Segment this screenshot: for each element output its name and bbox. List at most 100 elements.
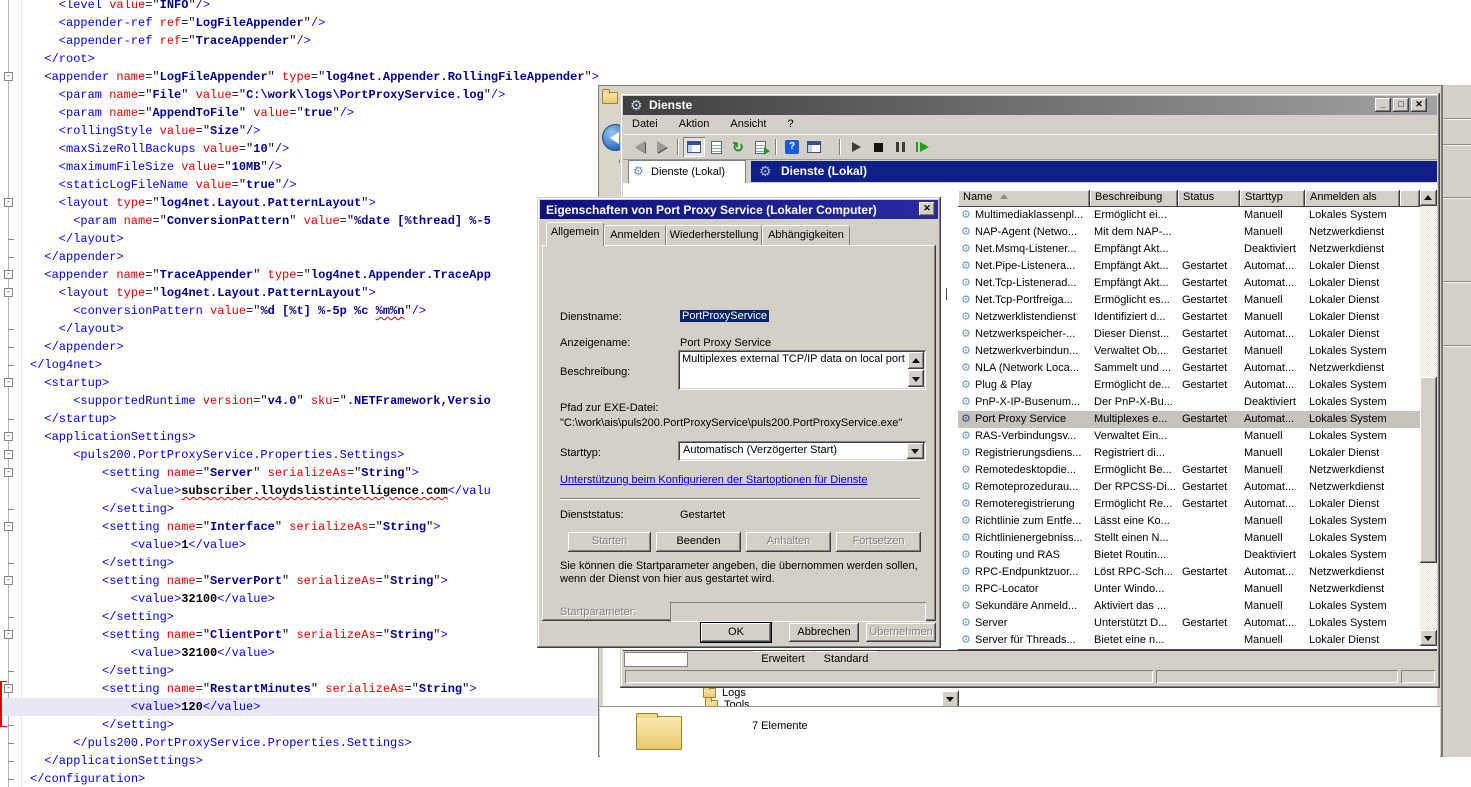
cancel-button[interactable]: Abbrechen	[789, 623, 859, 642]
show-action-pane-icon[interactable]	[803, 137, 825, 157]
fortsetzen-button[interactable]: Fortsetzen	[836, 532, 921, 552]
fold-collapse-icon[interactable]: -	[4, 288, 13, 297]
fold-collapse-icon[interactable]: -	[4, 432, 13, 441]
startoptions-help-link[interactable]: Unterstützung beim Konfigurieren der Sta…	[560, 474, 868, 486]
service-cell: Remoteprozedurau...	[975, 481, 1088, 493]
fold-collapse-icon[interactable]: -	[4, 522, 13, 531]
fold-collapse-icon[interactable]: -	[4, 198, 13, 207]
service-row[interactable]: ⚙ServerUnterstützt D...GestartetAutomat.…	[958, 615, 1420, 632]
service-cell: Lokaler Dienst	[1309, 277, 1419, 289]
beschreibung-field[interactable]: Multiplexes external TCP/IP data on loca…	[678, 350, 926, 390]
apply-button[interactable]: Übernehmen	[866, 623, 936, 642]
service-row[interactable]: ⚙PnP-X-IP-Busenum...Der PnP-X-Bu...Deakt…	[958, 394, 1420, 411]
console-tree-root-tab[interactable]: ⚙ Dienste (Lokal)	[628, 160, 746, 183]
service-row[interactable]: ⚙Server für Threads...Bietet eine n...Ma…	[958, 632, 1420, 649]
service-row[interactable]: ⚙RPC-Endpunktzuor...Löst RPC-Sch...Gesta…	[958, 564, 1420, 581]
tab-allgemein[interactable]: Allgemein	[546, 222, 604, 246]
show-console-tree-icon[interactable]	[683, 137, 705, 157]
close-button[interactable]: ✕	[1411, 98, 1427, 112]
service-row[interactable]: ⚙Registrierungsdiens...Registriert di...…	[958, 445, 1420, 462]
maximize-button[interactable]: □	[1393, 98, 1409, 112]
help-icon[interactable]: ?	[781, 137, 803, 157]
start-service-icon[interactable]	[845, 137, 867, 157]
fold-collapse-icon[interactable]: -	[4, 468, 13, 477]
anhalten-button[interactable]: Anhalten	[746, 532, 831, 552]
menu-datei[interactable]: Datei	[623, 115, 667, 130]
service-row[interactable]: ⚙Richtlinienergebniss...Stellt einen N..…	[958, 530, 1420, 547]
scroll-up-button[interactable]	[1420, 190, 1437, 206]
service-cell: Mit dem NAP-...	[1094, 226, 1178, 238]
tab-erweitert[interactable]: Erweitert	[753, 651, 813, 667]
startparameter-field[interactable]	[670, 602, 926, 622]
dialog-titlebar[interactable]: Eigenschaften von Port Proxy Service (Lo…	[540, 200, 938, 219]
service-row[interactable]: ⚙Net.Tcp-Listenerad...Empfängt Akt...Ges…	[958, 275, 1420, 292]
fold-collapse-icon[interactable]: -	[4, 630, 13, 639]
service-row[interactable]: ⚙Routing und RASBietet Routin...Deaktivi…	[958, 547, 1420, 564]
stop-service-icon[interactable]	[867, 137, 889, 157]
combobox-dropdown-button[interactable]	[907, 443, 924, 459]
ok-button[interactable]: OK	[701, 623, 771, 642]
column-header-status[interactable]: Status	[1178, 190, 1240, 207]
service-row[interactable]: ⚙Remotedesktopdie...Ermöglicht Be...Gest…	[958, 462, 1420, 479]
scroll-down-button[interactable]	[908, 370, 924, 387]
column-header-name[interactable]: Name	[958, 190, 1090, 207]
column-header-starttyp[interactable]: Starttyp	[1240, 190, 1305, 207]
beenden-button[interactable]: Beenden	[656, 532, 741, 552]
service-row[interactable]: ⚙NLA (Network Loca...Sammelt und ...Gest…	[958, 360, 1420, 377]
scrollbar-thumb[interactable]	[1420, 377, 1437, 563]
service-cell: Gestartet	[1182, 413, 1240, 425]
service-cell: Lokaler Dienst	[1309, 294, 1419, 306]
toolbar-separator	[839, 139, 841, 155]
service-row[interactable]: ⚙NetzwerklistendienstIdentifiziert d...G…	[958, 309, 1420, 326]
service-gear-icon: ⚙	[961, 582, 971, 595]
column-header-anmelden-als[interactable]: Anmelden als	[1305, 190, 1400, 207]
back-icon[interactable]	[629, 137, 651, 157]
service-row[interactable]: ⚙Port Proxy ServiceMultiplexes e...Gesta…	[958, 411, 1420, 428]
dialog-close-icon[interactable]: ✕	[919, 202, 935, 216]
service-row[interactable]: ⚙RemoteregistrierungErmöglicht Re...Gest…	[958, 496, 1420, 513]
menu-ansicht[interactable]: Ansicht	[721, 115, 775, 130]
menu-hilfe[interactable]: ?	[779, 115, 803, 130]
service-cell: Automat...	[1244, 413, 1306, 425]
service-row[interactable]: ⚙Multimediaklassenpl...Ermöglicht ei...M…	[958, 207, 1420, 224]
properties-icon[interactable]	[705, 137, 727, 157]
scroll-down-button[interactable]	[1420, 630, 1437, 646]
service-row[interactable]: ⚙Sekundäre Anmeld...Aktiviert das ...Man…	[958, 598, 1420, 615]
restart-service-icon[interactable]	[911, 137, 933, 157]
service-row[interactable]: ⚙RAS-Verbindungsv...Verwaltet Ein...Manu…	[958, 428, 1420, 445]
service-cell: Net.Pipe-Listenera...	[975, 260, 1088, 272]
service-row[interactable]: ⚙Remoteprozedurau...Der RPCSS-Di...Gesta…	[958, 479, 1420, 496]
service-row[interactable]: ⚙Plug & PlayErmöglicht de...GestartetAut…	[958, 377, 1420, 394]
fold-collapse-icon[interactable]: -	[4, 576, 13, 585]
column-header-beschreibung[interactable]: Beschreibung	[1090, 190, 1178, 207]
service-row[interactable]: ⚙NAP-Agent (Netwo...Mit dem NAP-...Manue…	[958, 224, 1420, 241]
dienstname-value[interactable]: PortProxyService	[680, 310, 769, 322]
list-scrollbar[interactable]	[1420, 190, 1437, 646]
export-list-icon[interactable]	[749, 137, 771, 157]
starttyp-combobox[interactable]: Automatisch (Verzögerter Start)	[678, 441, 926, 461]
fold-collapse-icon[interactable]: -	[4, 72, 13, 81]
service-row[interactable]: ⚙Net.Pipe-Listenera...Empfängt Akt...Ges…	[958, 258, 1420, 275]
service-row[interactable]: ⚙Net.Msmq-Listener...Empfängt Akt...Deak…	[958, 241, 1420, 258]
refresh-icon[interactable]: ↻	[727, 137, 749, 157]
tab-standard[interactable]: Standard	[815, 651, 877, 667]
starten-button[interactable]: Starten	[568, 532, 651, 552]
fold-collapse-icon[interactable]: -	[4, 378, 13, 387]
tab-anmelden[interactable]: Anmelden	[604, 225, 666, 245]
fold-collapse-icon[interactable]: -	[4, 270, 13, 279]
scroll-up-button[interactable]	[908, 352, 924, 369]
service-row[interactable]: ⚙Netzwerkverbindun...Verwaltet Ob...Gest…	[958, 343, 1420, 360]
service-row[interactable]: ⚙Net.Tcp-Portfreiga...Ermöglicht es...Ge…	[958, 292, 1420, 309]
tab-abhaengigkeiten[interactable]: Abhängigkeiten	[762, 225, 850, 245]
service-row[interactable]: ⚙Netzwerkspeicher-...Dieser Dienst...Ges…	[958, 326, 1420, 343]
tab-wiederherstellung[interactable]: Wiederherstellung	[666, 225, 762, 245]
forward-icon[interactable]	[651, 137, 673, 157]
service-row[interactable]: ⚙RPC-LocatorUnter Windo...ManuellNetzwer…	[958, 581, 1420, 598]
minimize-button[interactable]: _	[1375, 98, 1391, 112]
service-row[interactable]: ⚙Richtlinie zum Entfe...Lässt eine Ko...…	[958, 513, 1420, 530]
services-titlebar[interactable]: ⚙ Dienste _ □ ✕	[623, 96, 1437, 115]
explorer-item-logs[interactable]: Logs	[722, 687, 746, 699]
fold-collapse-icon[interactable]: -	[4, 450, 13, 459]
pause-service-icon[interactable]	[889, 137, 911, 157]
menu-aktion[interactable]: Aktion	[670, 115, 719, 130]
